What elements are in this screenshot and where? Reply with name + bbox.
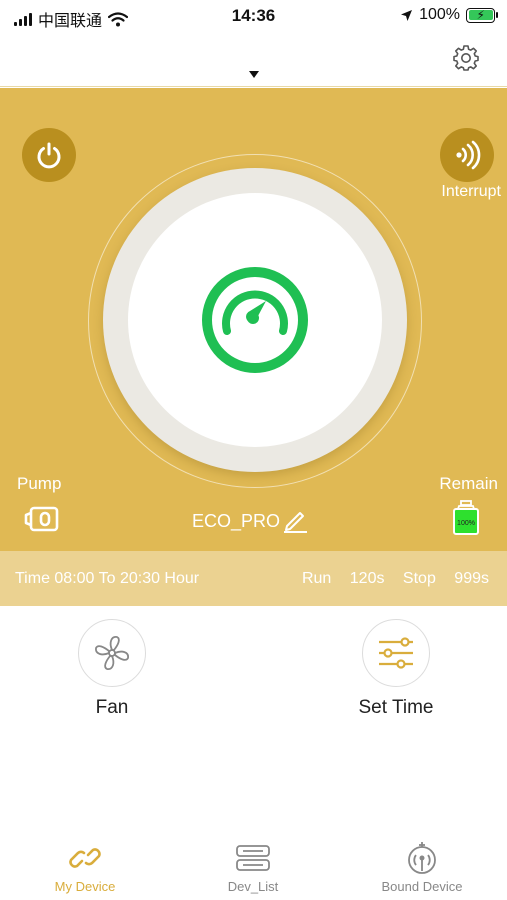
set-time-button[interactable]: Set Time xyxy=(336,619,456,719)
gauge-icon xyxy=(202,267,308,373)
remain-level-text: 100% xyxy=(457,520,475,527)
interrupt-icon xyxy=(456,140,481,170)
power-icon xyxy=(37,142,61,169)
control-panel: Interrupt Pump Remain 100% ECO_PRO xyxy=(0,88,507,551)
gear-icon[interactable] xyxy=(452,44,480,72)
mode-name: ECO_PRO xyxy=(192,510,281,531)
remain-label: Remain xyxy=(439,474,498,493)
stop-label: Stop xyxy=(402,570,436,587)
bottom-tab-bar: My Device Dev_List Bound Device xyxy=(0,836,507,900)
tab-my-device[interactable]: My Device xyxy=(25,841,145,894)
tab-dev-list-label: Dev_List xyxy=(227,879,279,894)
tab-my-device-label: My Device xyxy=(54,879,116,894)
edit-pencil-icon[interactable] xyxy=(282,509,308,533)
pump-label: Pump xyxy=(17,474,62,493)
battery-percent: 100% xyxy=(419,6,460,23)
remain-bottle-icon[interactable]: 100% xyxy=(451,500,481,536)
set-time-button-circle[interactable] xyxy=(362,619,430,687)
battery-charging-icon: ⚡ xyxy=(466,7,498,23)
interrupt-button[interactable] xyxy=(440,128,494,182)
fan-button-circle[interactable] xyxy=(78,619,146,687)
location-arrow-icon xyxy=(401,9,413,21)
fan-button[interactable]: Fan xyxy=(52,619,172,719)
sliders-icon xyxy=(379,637,413,669)
schedule-time: Time 08:00 To 20:30 Hour xyxy=(15,570,200,587)
interrupt-label: Interrupt xyxy=(441,183,501,200)
link-icon xyxy=(69,848,101,868)
broadcast-icon xyxy=(408,842,436,874)
fan-icon xyxy=(95,636,129,670)
status-bar: 中国联通 14:36 100% ⚡ xyxy=(0,0,507,32)
top-nav xyxy=(0,32,507,87)
fan-label: Fan xyxy=(95,697,129,718)
run-stop-summary: Run 120s Stop 999s xyxy=(292,570,489,588)
list-icon xyxy=(236,845,270,871)
tab-bound-device[interactable]: Bound Device xyxy=(362,841,482,894)
run-value: 120s xyxy=(349,570,385,587)
power-button[interactable] xyxy=(22,128,76,182)
mode-name-row[interactable]: ECO_PRO xyxy=(192,509,308,533)
tab-bound-device-label: Bound Device xyxy=(381,879,463,894)
set-time-label: Set Time xyxy=(358,697,434,718)
status-right: 100% ⚡ xyxy=(400,6,498,24)
schedule-bar: Time 08:00 To 20:30 Hour Run 120s Stop 9… xyxy=(0,551,507,606)
dropdown-caret-icon[interactable] xyxy=(249,71,259,78)
stop-value: 999s xyxy=(454,570,489,587)
tab-dev-list[interactable]: Dev_List xyxy=(193,841,313,894)
run-label: Run xyxy=(301,570,332,587)
pump-icon[interactable] xyxy=(24,506,60,532)
